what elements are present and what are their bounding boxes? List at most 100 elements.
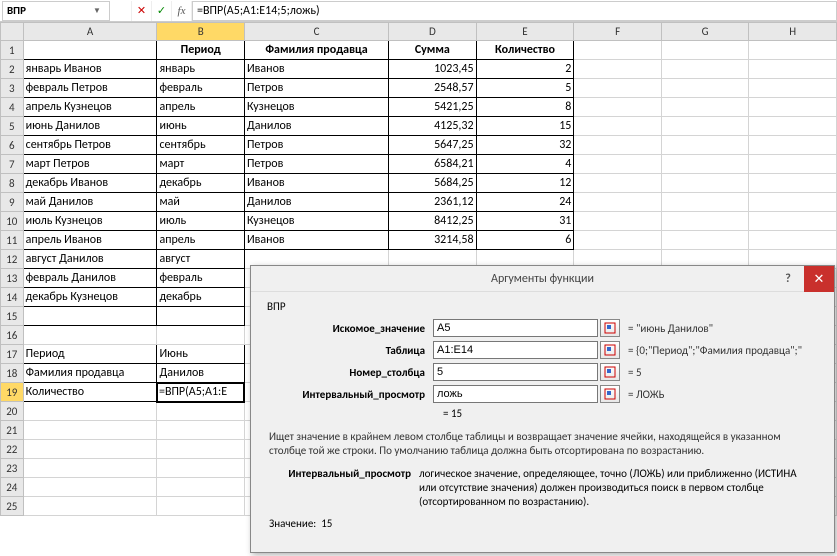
cell[interactable]: май Данилов	[23, 193, 157, 212]
arg-input[interactable]	[433, 341, 598, 359]
cell[interactable]	[749, 117, 837, 136]
cell[interactable]	[23, 497, 157, 516]
range-select-icon[interactable]	[600, 341, 620, 359]
arg-input[interactable]	[433, 385, 598, 403]
row-header[interactable]: 21	[1, 421, 24, 440]
cell[interactable]: 1023,45	[389, 60, 477, 79]
cell[interactable]: Количество	[476, 41, 574, 60]
cell[interactable]	[23, 440, 157, 459]
cell[interactable]	[661, 98, 749, 117]
range-select-icon[interactable]	[600, 319, 620, 337]
cell[interactable]	[661, 212, 749, 231]
row-header[interactable]: 18	[1, 364, 24, 383]
row-header[interactable]: 7	[1, 155, 24, 174]
row-header[interactable]: 19	[1, 383, 24, 402]
cell[interactable]: апрель	[157, 98, 245, 117]
row-header[interactable]: 25	[1, 497, 24, 516]
cell[interactable]	[661, 117, 749, 136]
cell[interactable]	[23, 41, 157, 60]
active-cell[interactable]: =ВПР(A5;A1:E	[157, 383, 245, 402]
cell[interactable]: Петров	[244, 155, 388, 174]
cell[interactable]: Кузнецов	[244, 98, 388, 117]
row-header[interactable]: 2	[1, 60, 24, 79]
cell[interactable]	[574, 98, 662, 117]
row-header[interactable]: 8	[1, 174, 24, 193]
cell[interactable]	[661, 79, 749, 98]
cell[interactable]: Петров	[244, 79, 388, 98]
cell[interactable]: 6584,21	[389, 155, 477, 174]
cell[interactable]: январь	[157, 60, 245, 79]
enter-icon[interactable]: ✓	[152, 1, 172, 21]
cell[interactable]	[749, 136, 837, 155]
cell[interactable]	[157, 402, 245, 421]
row-header[interactable]: 5	[1, 117, 24, 136]
cell[interactable]	[749, 155, 837, 174]
cell[interactable]	[157, 307, 245, 326]
cell[interactable]: июнь Данилов	[23, 117, 157, 136]
col-header-h[interactable]: H	[749, 23, 837, 41]
cell[interactable]: Иванов	[244, 174, 388, 193]
cell[interactable]	[749, 193, 837, 212]
formula-input[interactable]: =ВПР(A5;A1:E14;5;ложь)	[192, 1, 837, 21]
col-header-g[interactable]: G	[661, 23, 749, 41]
cell[interactable]	[749, 174, 837, 193]
cell[interactable]	[661, 155, 749, 174]
cell[interactable]: 31	[476, 212, 574, 231]
cell[interactable]: февраль	[157, 269, 245, 288]
col-header-a[interactable]: A	[23, 23, 157, 41]
cell[interactable]	[749, 98, 837, 117]
cell[interactable]: 5684,25	[389, 174, 477, 193]
cell[interactable]: сентябрь Петров	[23, 136, 157, 155]
cell[interactable]: апрель Иванов	[23, 231, 157, 250]
cell[interactable]: 4125,32	[389, 117, 477, 136]
cell[interactable]: Данилов	[244, 193, 388, 212]
cell[interactable]: Кузнецов	[244, 212, 388, 231]
row-header[interactable]: 23	[1, 459, 24, 478]
dialog-title-bar[interactable]: Аргументы функции ? ✕	[251, 266, 834, 292]
row-header[interactable]: 11	[1, 231, 24, 250]
cell[interactable]: Сумма	[389, 41, 477, 60]
cell[interactable]: июль	[157, 212, 245, 231]
cell[interactable]: Фамилия продавца	[244, 41, 388, 60]
cell[interactable]: февраль Данилов	[23, 269, 157, 288]
cell[interactable]: 15	[476, 117, 574, 136]
cell[interactable]	[23, 326, 157, 345]
cell[interactable]: 24	[476, 193, 574, 212]
row-header[interactable]: 3	[1, 79, 24, 98]
cell[interactable]	[574, 231, 662, 250]
cell[interactable]: 8412,25	[389, 212, 477, 231]
row-header[interactable]: 6	[1, 136, 24, 155]
cell[interactable]: август Данилов	[23, 250, 157, 269]
cell[interactable]: 12	[476, 174, 574, 193]
col-header-b[interactable]: B	[157, 23, 245, 41]
cell[interactable]: Фамилия продавца	[23, 364, 157, 383]
row-header[interactable]: 17	[1, 345, 24, 364]
close-icon[interactable]: ✕	[804, 266, 834, 292]
col-header-e[interactable]: E	[476, 23, 574, 41]
cell[interactable]: декабрь Иванов	[23, 174, 157, 193]
cell[interactable]	[23, 307, 157, 326]
row-header[interactable]: 20	[1, 402, 24, 421]
cell[interactable]: Период	[23, 345, 157, 364]
row-header[interactable]: 4	[1, 98, 24, 117]
row-header[interactable]: 24	[1, 478, 24, 497]
cell[interactable]: Данилов	[244, 117, 388, 136]
cell[interactable]: Данилов	[157, 364, 245, 383]
cell[interactable]: Иванов	[244, 231, 388, 250]
cell[interactable]: июнь	[157, 117, 245, 136]
row-header[interactable]: 1	[1, 41, 24, 60]
cell[interactable]	[574, 79, 662, 98]
cell[interactable]	[574, 212, 662, 231]
cell[interactable]: декабрь	[157, 174, 245, 193]
cell[interactable]	[661, 174, 749, 193]
cell[interactable]	[574, 193, 662, 212]
cell[interactable]: Количество	[23, 383, 157, 402]
cell[interactable]: 2548,57	[389, 79, 477, 98]
cell[interactable]	[157, 440, 245, 459]
cell[interactable]: июль Кузнецов	[23, 212, 157, 231]
chevron-down-icon[interactable]: ▼	[93, 6, 105, 16]
cell[interactable]: 2361,12	[389, 193, 477, 212]
cell[interactable]	[661, 193, 749, 212]
cell[interactable]	[574, 174, 662, 193]
range-select-icon[interactable]	[600, 385, 620, 403]
